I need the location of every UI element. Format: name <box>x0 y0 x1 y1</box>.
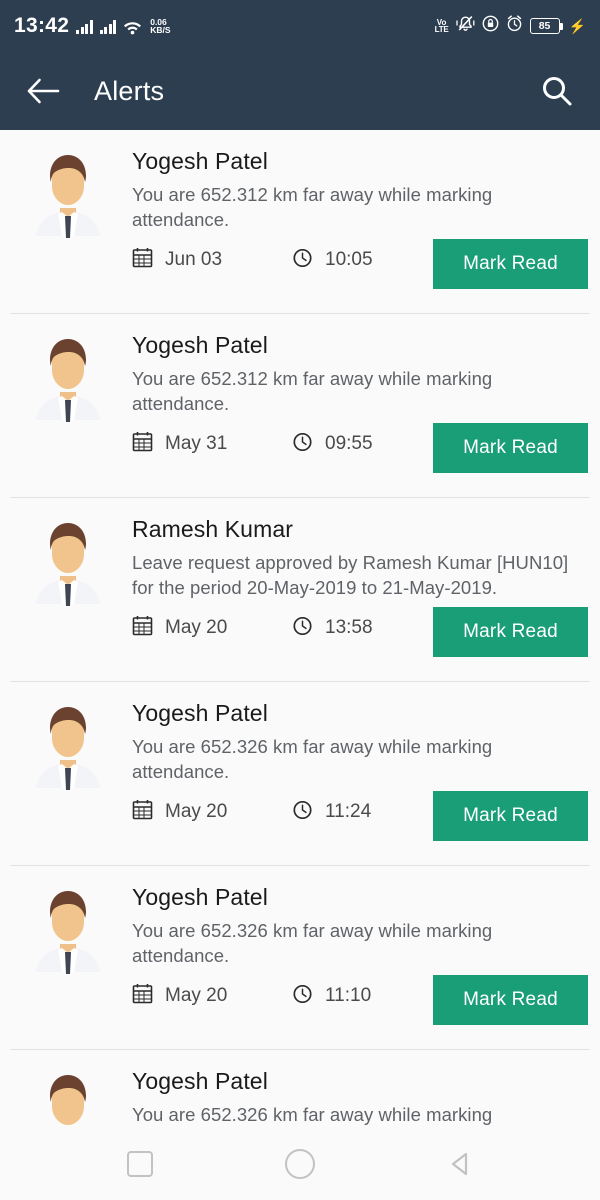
mark-read-button[interactable]: Mark Read <box>433 974 588 1025</box>
app-bar: Alerts <box>0 52 600 130</box>
vibrate-mute-icon <box>455 15 475 37</box>
alert-time: 10:05 <box>292 247 373 274</box>
alert-time: 13:58 <box>292 615 373 642</box>
alert-time-text: 10:05 <box>325 249 373 271</box>
avatar <box>22 334 114 426</box>
alert-date-text: Jun 03 <box>165 249 223 271</box>
calendar-icon <box>132 983 153 1010</box>
network-speed-indicator: 0.06 KB/S <box>150 16 171 35</box>
alert-sender-name: Yogesh Patel <box>132 884 268 910</box>
alert-card[interactable]: Yogesh Patel You are 652.312 km far away… <box>0 314 600 498</box>
alert-meta: Jun 03 10:05 Mark Read <box>132 238 588 289</box>
alert-message: You are 652.326 km far away while markin… <box>132 736 493 783</box>
alert-meta: May 31 09:55 Mark Read <box>132 422 588 473</box>
mark-read-button[interactable]: Mark Read <box>433 422 588 473</box>
alert-meta: May 20 11:24 Mark Read <box>132 790 588 841</box>
alert-content: Yogesh Patel You are 652.326 km far away… <box>132 1066 586 1128</box>
alert-content: Ramesh Kumar Leave request approved by R… <box>132 514 588 657</box>
alert-date: Jun 03 <box>132 247 292 274</box>
alert-card[interactable]: Yogesh Patel You are 652.326 km far away… <box>0 682 600 866</box>
mark-read-button[interactable]: Mark Read <box>433 606 588 657</box>
alert-sender-name: Yogesh Patel <box>132 148 268 174</box>
wifi-icon <box>123 19 142 34</box>
mark-read-button[interactable]: Mark Read <box>433 790 588 841</box>
alarm-clock-icon <box>506 15 523 37</box>
alert-meta: May 20 11:10 Mark Read <box>132 974 588 1025</box>
clock-icon <box>292 799 313 826</box>
mark-read-button[interactable]: Mark Read <box>433 238 588 289</box>
alert-message: You are 652.326 km far away while markin… <box>132 920 493 967</box>
alert-meta: May 20 13:58 Mark Read <box>132 606 588 657</box>
signal-bars-icon-2 <box>99 19 117 34</box>
alert-message: You are 652.312 km far away while markin… <box>132 184 493 231</box>
alert-date: May 20 <box>132 983 292 1010</box>
alert-time: 11:10 <box>292 983 371 1010</box>
calendar-icon <box>132 431 153 458</box>
alert-card[interactable]: Yogesh Patel You are 652.326 km far away… <box>0 866 600 1050</box>
page-title: Alerts <box>94 75 165 106</box>
status-bar-right: Vo LTE 85 ⚡ <box>435 15 586 37</box>
recents-square-icon[interactable] <box>113 1137 167 1191</box>
status-time: 13:42 <box>14 14 70 37</box>
alert-date-text: May 20 <box>165 801 228 823</box>
alert-time-text: 11:10 <box>325 985 372 1007</box>
alert-sender-name: Yogesh Patel <box>132 1068 268 1094</box>
rotation-lock-icon <box>482 15 499 37</box>
alert-content: Yogesh Patel You are 652.312 km far away… <box>132 330 588 473</box>
alert-card[interactable]: Yogesh Patel You are 652.312 km far away… <box>0 130 600 314</box>
signal-bars-icon <box>76 19 93 34</box>
alert-date: May 20 <box>132 615 292 642</box>
back-triangle-icon[interactable] <box>433 1137 487 1191</box>
charging-bolt-icon: ⚡ <box>568 17 586 34</box>
android-nav-bar <box>0 1128 600 1200</box>
avatar <box>22 702 114 794</box>
status-bar-left: 13:42 0.06 KB/S <box>14 14 171 38</box>
calendar-icon <box>132 615 153 642</box>
clock-icon <box>292 615 313 642</box>
alert-time: 09:55 <box>292 431 373 458</box>
alert-content: Yogesh Patel You are 652.326 km far away… <box>132 698 588 841</box>
avatar <box>22 1070 114 1128</box>
calendar-icon <box>132 799 153 826</box>
alert-date: May 20 <box>132 799 292 826</box>
alert-message: Leave request approved by Ramesh Kumar [… <box>132 552 569 599</box>
calendar-icon <box>132 247 153 274</box>
alert-time-text: 09:55 <box>325 433 373 455</box>
phone-screen: 13:42 0.06 KB/S Vo LTE 85 ⚡ Alerts Yoges… <box>0 0 600 1200</box>
status-bar: 13:42 0.06 KB/S Vo LTE 85 ⚡ <box>0 0 600 52</box>
battery-icon: 85 <box>529 18 563 34</box>
alert-message: You are 652.312 km far away while markin… <box>132 368 493 415</box>
alert-content: Yogesh Patel You are 652.312 km far away… <box>132 146 588 289</box>
volte-icon: Vo LTE <box>434 17 449 34</box>
alert-time-text: 11:24 <box>325 801 372 823</box>
avatar <box>22 150 114 242</box>
clock-icon <box>292 247 313 274</box>
back-arrow-icon[interactable] <box>20 68 66 114</box>
alert-date-text: May 31 <box>165 433 228 455</box>
avatar <box>22 886 114 978</box>
clock-icon <box>292 983 313 1010</box>
alert-date: May 31 <box>132 431 292 458</box>
alert-sender-name: Ramesh Kumar <box>132 516 293 542</box>
alert-sender-name: Yogesh Patel <box>132 332 268 358</box>
alert-sender-name: Yogesh Patel <box>132 700 268 726</box>
alert-card[interactable]: Ramesh Kumar Leave request approved by R… <box>0 498 600 682</box>
alert-content: Yogesh Patel You are 652.326 km far away… <box>132 882 588 1025</box>
alert-date-text: May 20 <box>165 617 228 639</box>
clock-icon <box>292 431 313 458</box>
search-icon[interactable] <box>534 68 580 114</box>
alert-date-text: May 20 <box>165 985 228 1007</box>
alert-time-text: 13:58 <box>325 617 373 639</box>
home-circle-icon[interactable] <box>273 1137 327 1191</box>
alerts-list[interactable]: Yogesh Patel You are 652.312 km far away… <box>0 130 600 1128</box>
avatar <box>22 518 114 610</box>
alert-time: 11:24 <box>292 799 371 826</box>
alert-message: You are 652.326 km far away while markin… <box>132 1104 493 1126</box>
alert-card[interactable]: Yogesh Patel You are 652.326 km far away… <box>0 1050 600 1128</box>
